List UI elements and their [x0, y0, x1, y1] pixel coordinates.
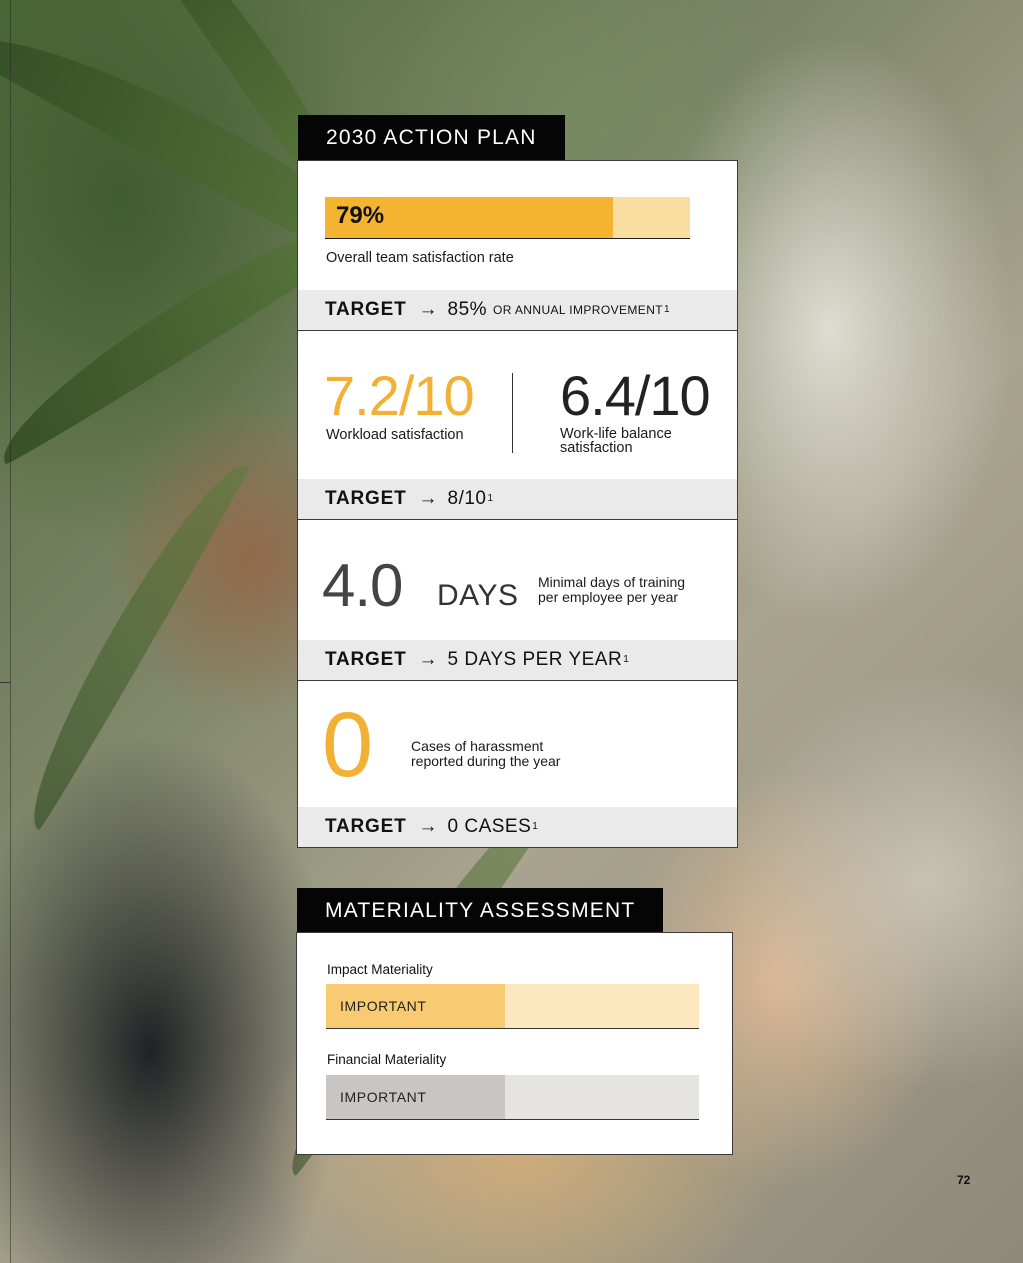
financial-bar-remaining: [505, 1075, 699, 1119]
training-caption: Minimal days of training per employee pe…: [538, 575, 685, 605]
satisfaction-value: 79%: [336, 202, 385, 229]
training-value: 4.0: [322, 552, 403, 619]
left-margin-rule: [10, 0, 11, 1263]
arrow-right-icon: →: [418, 816, 438, 837]
target-label: TARGET: [325, 488, 407, 509]
section-divider: [298, 680, 737, 681]
harassment-target: TARGET → 0 CASES 1: [298, 807, 737, 847]
target-value: 85%: [447, 299, 488, 320]
financial-materiality-label: Financial Materiality: [327, 1052, 447, 1067]
arrow-right-icon: →: [418, 488, 438, 509]
harassment-caption: Cases of harassment reported during the …: [411, 739, 560, 769]
satisfaction-bar: 79%: [325, 197, 690, 239]
action-plan-title: 2030 ACTION PLAN: [298, 115, 565, 160]
impact-materiality-bar: IMPORTANT: [326, 984, 699, 1029]
impact-bar-remaining: [505, 984, 699, 1028]
target-suffix: OR ANNUAL IMPROVEMENT: [493, 303, 664, 317]
materiality-title: MATERIALITY ASSESSMENT: [297, 888, 664, 933]
financial-materiality-bar: IMPORTANT: [326, 1075, 699, 1120]
harassment-caption-line1: Cases of harassment: [411, 738, 544, 754]
action-plan-panel: 79% Overall team satisfaction rate TARGE…: [297, 160, 738, 848]
footnote-marker: 1: [532, 820, 538, 832]
target-label: TARGET: [325, 816, 407, 837]
training-caption-line2: per employee per year: [538, 589, 679, 605]
satisfaction-target: TARGET → 85% OR ANNUAL IMPROVEMENT 1: [298, 290, 737, 330]
footnote-marker: 1: [487, 492, 494, 504]
target-label: TARGET: [325, 299, 407, 320]
worklife-caption: Work-life balance satisfaction: [560, 427, 672, 456]
target-value: 5 DAYS PER YEAR: [447, 649, 623, 670]
training-target: TARGET → 5 DAYS PER YEAR 1: [298, 640, 737, 680]
training-unit: DAYS: [437, 579, 519, 612]
target-value: 0 CASES: [447, 816, 532, 837]
left-margin-tick: [0, 682, 10, 683]
training-caption-line1: Minimal days of training: [538, 574, 686, 590]
worklife-value: 6.4/10: [560, 364, 711, 427]
materiality-panel: Impact Materiality IMPORTANT Financial M…: [296, 932, 733, 1155]
vertical-divider: [512, 373, 513, 453]
footnote-marker: 1: [623, 653, 629, 665]
target-label: TARGET: [325, 649, 407, 670]
impact-materiality-label: Impact Materiality: [327, 962, 433, 977]
financial-level: IMPORTANT: [340, 1089, 427, 1105]
target-value: 8/10: [447, 488, 487, 509]
section-divider: [298, 519, 737, 520]
arrow-right-icon: →: [418, 649, 438, 670]
page-number: 72: [957, 1173, 971, 1187]
harassment-caption-line2: reported during the year: [411, 753, 561, 769]
workload-value: 7.2/10: [324, 364, 475, 427]
satisfaction-caption: Overall team satisfaction rate: [326, 250, 514, 266]
workload-caption: Workload satisfaction: [326, 427, 464, 443]
worklife-caption-line2: satisfaction: [560, 440, 633, 456]
satisfaction-bar-remaining: [613, 197, 690, 238]
harassment-value: 0: [322, 694, 373, 796]
workload-target: TARGET → 8/10 1: [298, 479, 737, 519]
impact-level: IMPORTANT: [340, 998, 427, 1014]
arrow-right-icon: →: [418, 299, 438, 320]
footnote-marker: 1: [664, 303, 670, 315]
section-divider: [298, 330, 737, 331]
